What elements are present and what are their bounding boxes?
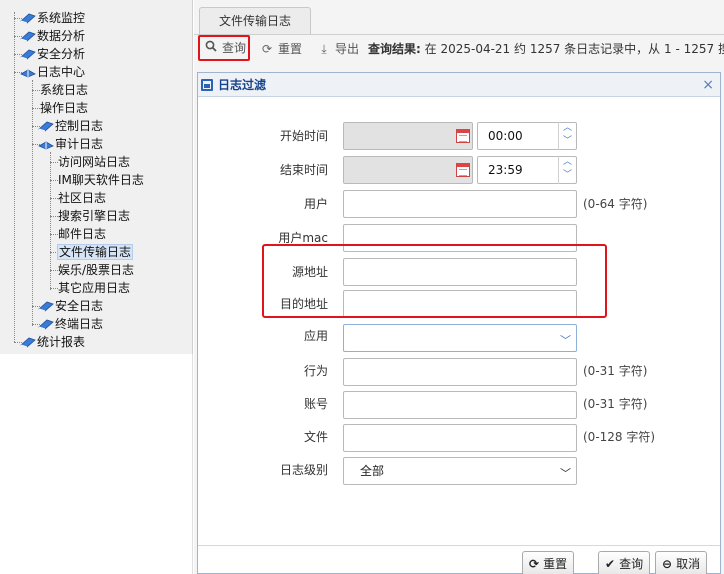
log-filter-dialog: 日志过滤 × 开始时间 00:00 ︿ ﹀ 结束时间 23:59 ︿ ﹀ 用户 (0… (197, 72, 721, 574)
calendar-icon[interactable] (456, 163, 470, 177)
tab-divider (194, 34, 724, 35)
query-result-summary: 查询结果: 在 2025-04-21 约 1257 条日志记录中，从 1 - 1… (368, 42, 724, 56)
tree-item-im-log[interactable]: IM聊天软件日志 (58, 171, 144, 189)
log-level-label: 日志级别 (279, 463, 328, 477)
end-time-label: 结束时间 (279, 163, 328, 177)
book-icon (38, 301, 54, 312)
chevron-down-icon[interactable]: ﹀ (559, 169, 576, 182)
dialog-title: 日志过滤 (218, 78, 267, 92)
open-book-icon (38, 141, 54, 150)
chevron-up-icon[interactable]: ︿ (559, 122, 576, 135)
refresh-icon: ⟳ (529, 557, 540, 571)
tree-item-operation-log[interactable]: 操作日志 (40, 99, 88, 117)
account-label: 账号 (303, 397, 328, 411)
chevron-down-icon[interactable]: ﹀ (559, 135, 576, 148)
reset-button[interactable]: ⟳ 重置 (522, 551, 575, 574)
query-button[interactable]: ✔ 查询 (598, 551, 651, 574)
action-label: 行为 (303, 364, 328, 378)
start-time-value: 00:00 (488, 129, 523, 143)
book-icon (20, 337, 36, 348)
tree-item-system-log[interactable]: 系统日志 (40, 81, 88, 99)
chevron-down-icon[interactable]: ﹀ (560, 332, 571, 348)
calendar-icon[interactable] (456, 129, 470, 143)
user-label: 用户 (303, 197, 328, 211)
tree-item-log-center[interactable]: 日志中心 (20, 63, 85, 81)
user-hint: (0-64 字符) (583, 197, 648, 211)
tree-item-web-access-log[interactable]: 访问网站日志 (58, 153, 130, 171)
user-input[interactable] (343, 190, 577, 218)
log-level-value: 全部 (360, 464, 385, 478)
tree-item-community-log[interactable]: 社区日志 (58, 189, 106, 207)
close-icon[interactable]: × (702, 75, 714, 95)
search-icon (204, 37, 218, 59)
nav-tree: 系统监控 数据分析 安全分析 日志中心 系统日志 操作日志 控制日志 审计日志 … (0, 0, 193, 354)
check-icon: ✔ (605, 557, 616, 571)
minus-circle-icon: ⊖ (662, 557, 673, 571)
account-hint: (0-31 字符) (583, 397, 648, 411)
action-hint: (0-31 字符) (583, 364, 648, 378)
tree-item-other-app-log[interactable]: 其它应用日志 (58, 279, 130, 297)
cancel-button[interactable]: ⊖ 取消 (655, 551, 708, 574)
download-icon: ⤓ (321, 42, 327, 56)
tree-item-mail-log[interactable]: 邮件日志 (58, 225, 106, 243)
refresh-icon: ⟳ (261, 42, 273, 56)
dialog-header: 日志过滤 × (198, 73, 720, 97)
open-book-icon (20, 69, 36, 78)
file-input[interactable] (343, 424, 577, 452)
tab-file-transfer-log[interactable]: 文件传输日志 (199, 7, 311, 34)
tree-item-stat-report[interactable]: 统计报表 (20, 333, 85, 351)
app-label: 应用 (303, 329, 328, 343)
action-input[interactable] (343, 358, 577, 386)
book-icon (38, 121, 54, 132)
end-time-value: 23:59 (488, 163, 523, 177)
book-icon (20, 31, 36, 42)
tree-item-data-analysis[interactable]: 数据分析 (20, 27, 85, 45)
start-date-input[interactable] (343, 122, 473, 150)
tree-item-security-log[interactable]: 安全日志 (38, 297, 103, 315)
dialog-body: 开始时间 00:00 ︿ ﹀ 结束时间 23:59 ︿ ﹀ 用户 (0-64 字符)… (198, 98, 720, 546)
file-label: 文件 (303, 430, 328, 444)
toolbar-reset-button[interactable]: ⟳ 重置 (260, 38, 302, 60)
book-icon (20, 13, 36, 24)
toolbar-export-button[interactable]: ⤓ 导出 (317, 38, 359, 60)
tree-item-control-log[interactable]: 控制日志 (38, 117, 103, 135)
file-hint: (0-128 字符) (583, 430, 656, 444)
tree-item-file-transfer-log[interactable]: 文件传输日志 (56, 243, 134, 261)
end-date-input[interactable] (343, 156, 473, 184)
highlight-box (262, 244, 607, 318)
start-time-spinner[interactable]: ︿ ﹀ (558, 122, 576, 150)
main-panel: 文件传输日志 查询 ⟳ 重置 ⤓ 导出 查询结果: 在 2025-04-21 约 1… (194, 0, 724, 574)
save-icon (201, 79, 213, 91)
tree-item-search-engine-log[interactable]: 搜索引擎日志 (58, 207, 130, 225)
start-time-label: 开始时间 (279, 129, 328, 143)
book-icon (20, 49, 36, 60)
nav-tree-empty-area (0, 354, 193, 574)
tree-item-entertainment-log[interactable]: 娱乐/股票日志 (58, 261, 134, 279)
toolbar-query-button[interactable]: 查询 (198, 35, 250, 61)
book-icon (38, 319, 54, 330)
tree-item-audit-log[interactable]: 审计日志 (38, 135, 103, 153)
app-select[interactable] (343, 324, 577, 352)
account-input[interactable] (343, 391, 577, 419)
tree-item-security-analysis[interactable]: 安全分析 (20, 45, 85, 63)
tree-item-terminal-log[interactable]: 终端日志 (38, 315, 103, 333)
chevron-down-icon[interactable]: ﹀ (560, 465, 571, 481)
tree-item-system-monitor[interactable]: 系统监控 (20, 9, 85, 27)
chevron-up-icon[interactable]: ︿ (559, 156, 576, 169)
end-time-spinner[interactable]: ︿ ﹀ (558, 156, 576, 184)
